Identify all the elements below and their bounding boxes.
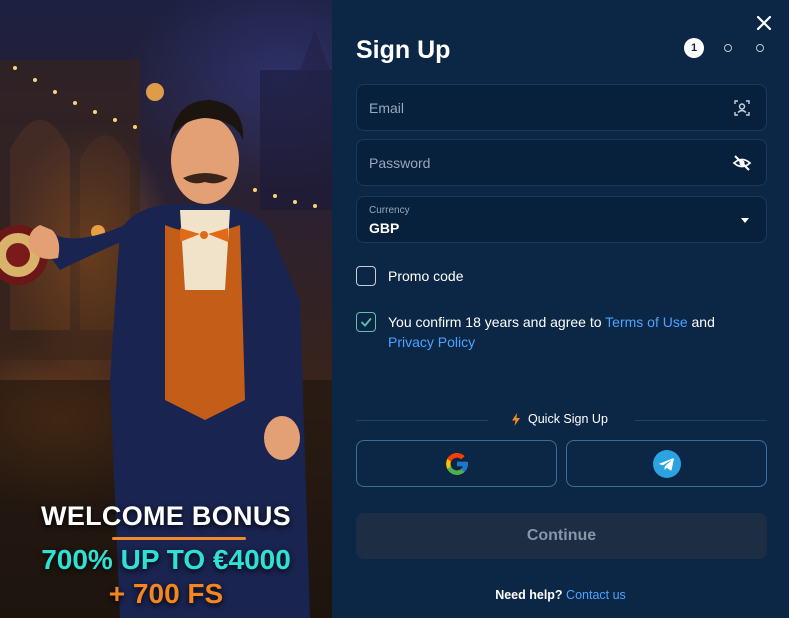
google-signup-button[interactable]: [356, 440, 557, 487]
consent-text: You confirm 18 years and agree to Terms …: [388, 312, 758, 352]
divider-line: [635, 420, 767, 421]
promo-amount: 700% UP TO €4000: [41, 544, 291, 575]
telegram-signup-button[interactable]: [566, 440, 767, 487]
google-icon: [445, 452, 468, 475]
telegram-icon: [652, 449, 681, 478]
promo-code-label: Promo code: [388, 268, 464, 284]
step-current: 1: [684, 38, 704, 58]
currency-select[interactable]: Currency GBP: [356, 196, 767, 243]
promo-code-checkbox[interactable]: [356, 266, 376, 286]
quick-signup-label: Quick Sign Up: [528, 412, 608, 426]
checkmark-icon: [361, 318, 372, 327]
divider-line: [356, 420, 488, 421]
lightning-icon: [512, 412, 520, 426]
email-field[interactable]: Email: [356, 84, 767, 131]
chevron-down-icon: [741, 218, 749, 223]
contact-id-icon: [734, 100, 750, 116]
signup-form: Sign Up 1 Email Password Currency GBP Pr…: [332, 0, 789, 618]
currency-label: Currency: [369, 205, 410, 216]
contact-us-link[interactable]: Contact us: [566, 588, 626, 602]
help-question: Need help?: [495, 588, 563, 602]
page-title: Sign Up: [356, 36, 451, 64]
promo-banner: WELCOME BONUS 700% UP TO €4000 + 700 FS: [0, 0, 332, 618]
email-placeholder: Email: [369, 100, 405, 116]
close-button[interactable]: [754, 13, 774, 33]
close-icon: [756, 15, 772, 31]
promo-divider: [112, 537, 246, 540]
privacy-policy-link[interactable]: Privacy Policy: [388, 334, 475, 350]
continue-button[interactable]: Continue: [356, 513, 767, 559]
quick-signup-heading: Quick Sign Up: [511, 412, 608, 426]
password-placeholder: Password: [369, 155, 431, 171]
step-indicator: 1: [684, 38, 764, 58]
currency-value: GBP: [369, 220, 400, 236]
consent-checkbox[interactable]: [356, 312, 376, 332]
step-dot: [756, 44, 764, 52]
consent-statement: You confirm 18 years and agree to: [388, 314, 602, 330]
help-row: Need help? Contact us: [332, 588, 789, 602]
terms-of-use-link[interactable]: Terms of Use: [605, 314, 687, 330]
consent-and: and: [691, 314, 715, 330]
promo-title: WELCOME BONUS: [41, 501, 291, 531]
eye-off-icon[interactable]: [732, 153, 752, 173]
consent-row: You confirm 18 years and agree to Terms …: [356, 312, 758, 352]
promo-free-spins: + 700 FS: [108, 578, 224, 609]
password-field[interactable]: Password: [356, 139, 767, 186]
step-dot: [724, 44, 732, 52]
quick-signup-divider: Quick Sign Up: [356, 410, 767, 430]
promo-code-row: Promo code: [356, 266, 463, 286]
